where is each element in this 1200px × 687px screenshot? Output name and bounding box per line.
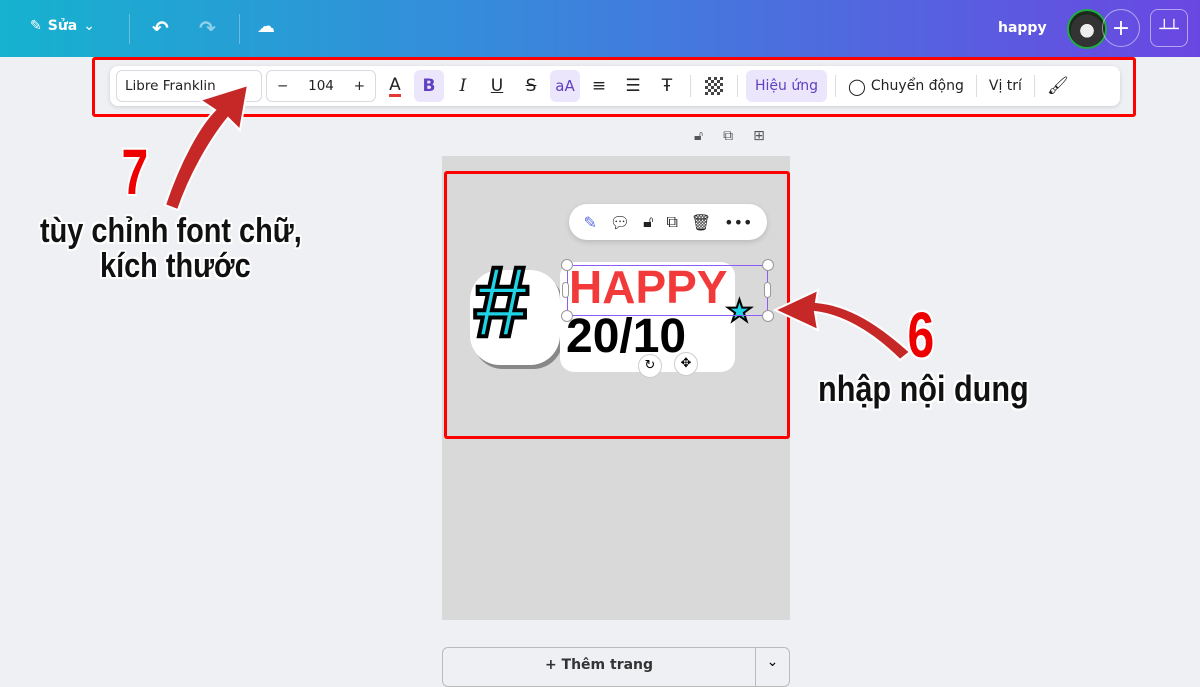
- step-number-6: 6: [907, 299, 935, 371]
- arrow-6: [772, 288, 912, 362]
- caption-7-line2: kích thước: [100, 247, 251, 285]
- arrow-7: [163, 83, 250, 212]
- annotation-arrows: [163, 83, 912, 362]
- caption-7-line1: tùy chỉnh font chữ,: [40, 212, 302, 250]
- step-number-7: 7: [121, 136, 149, 208]
- caption-6: nhập nội dung: [818, 368, 1029, 409]
